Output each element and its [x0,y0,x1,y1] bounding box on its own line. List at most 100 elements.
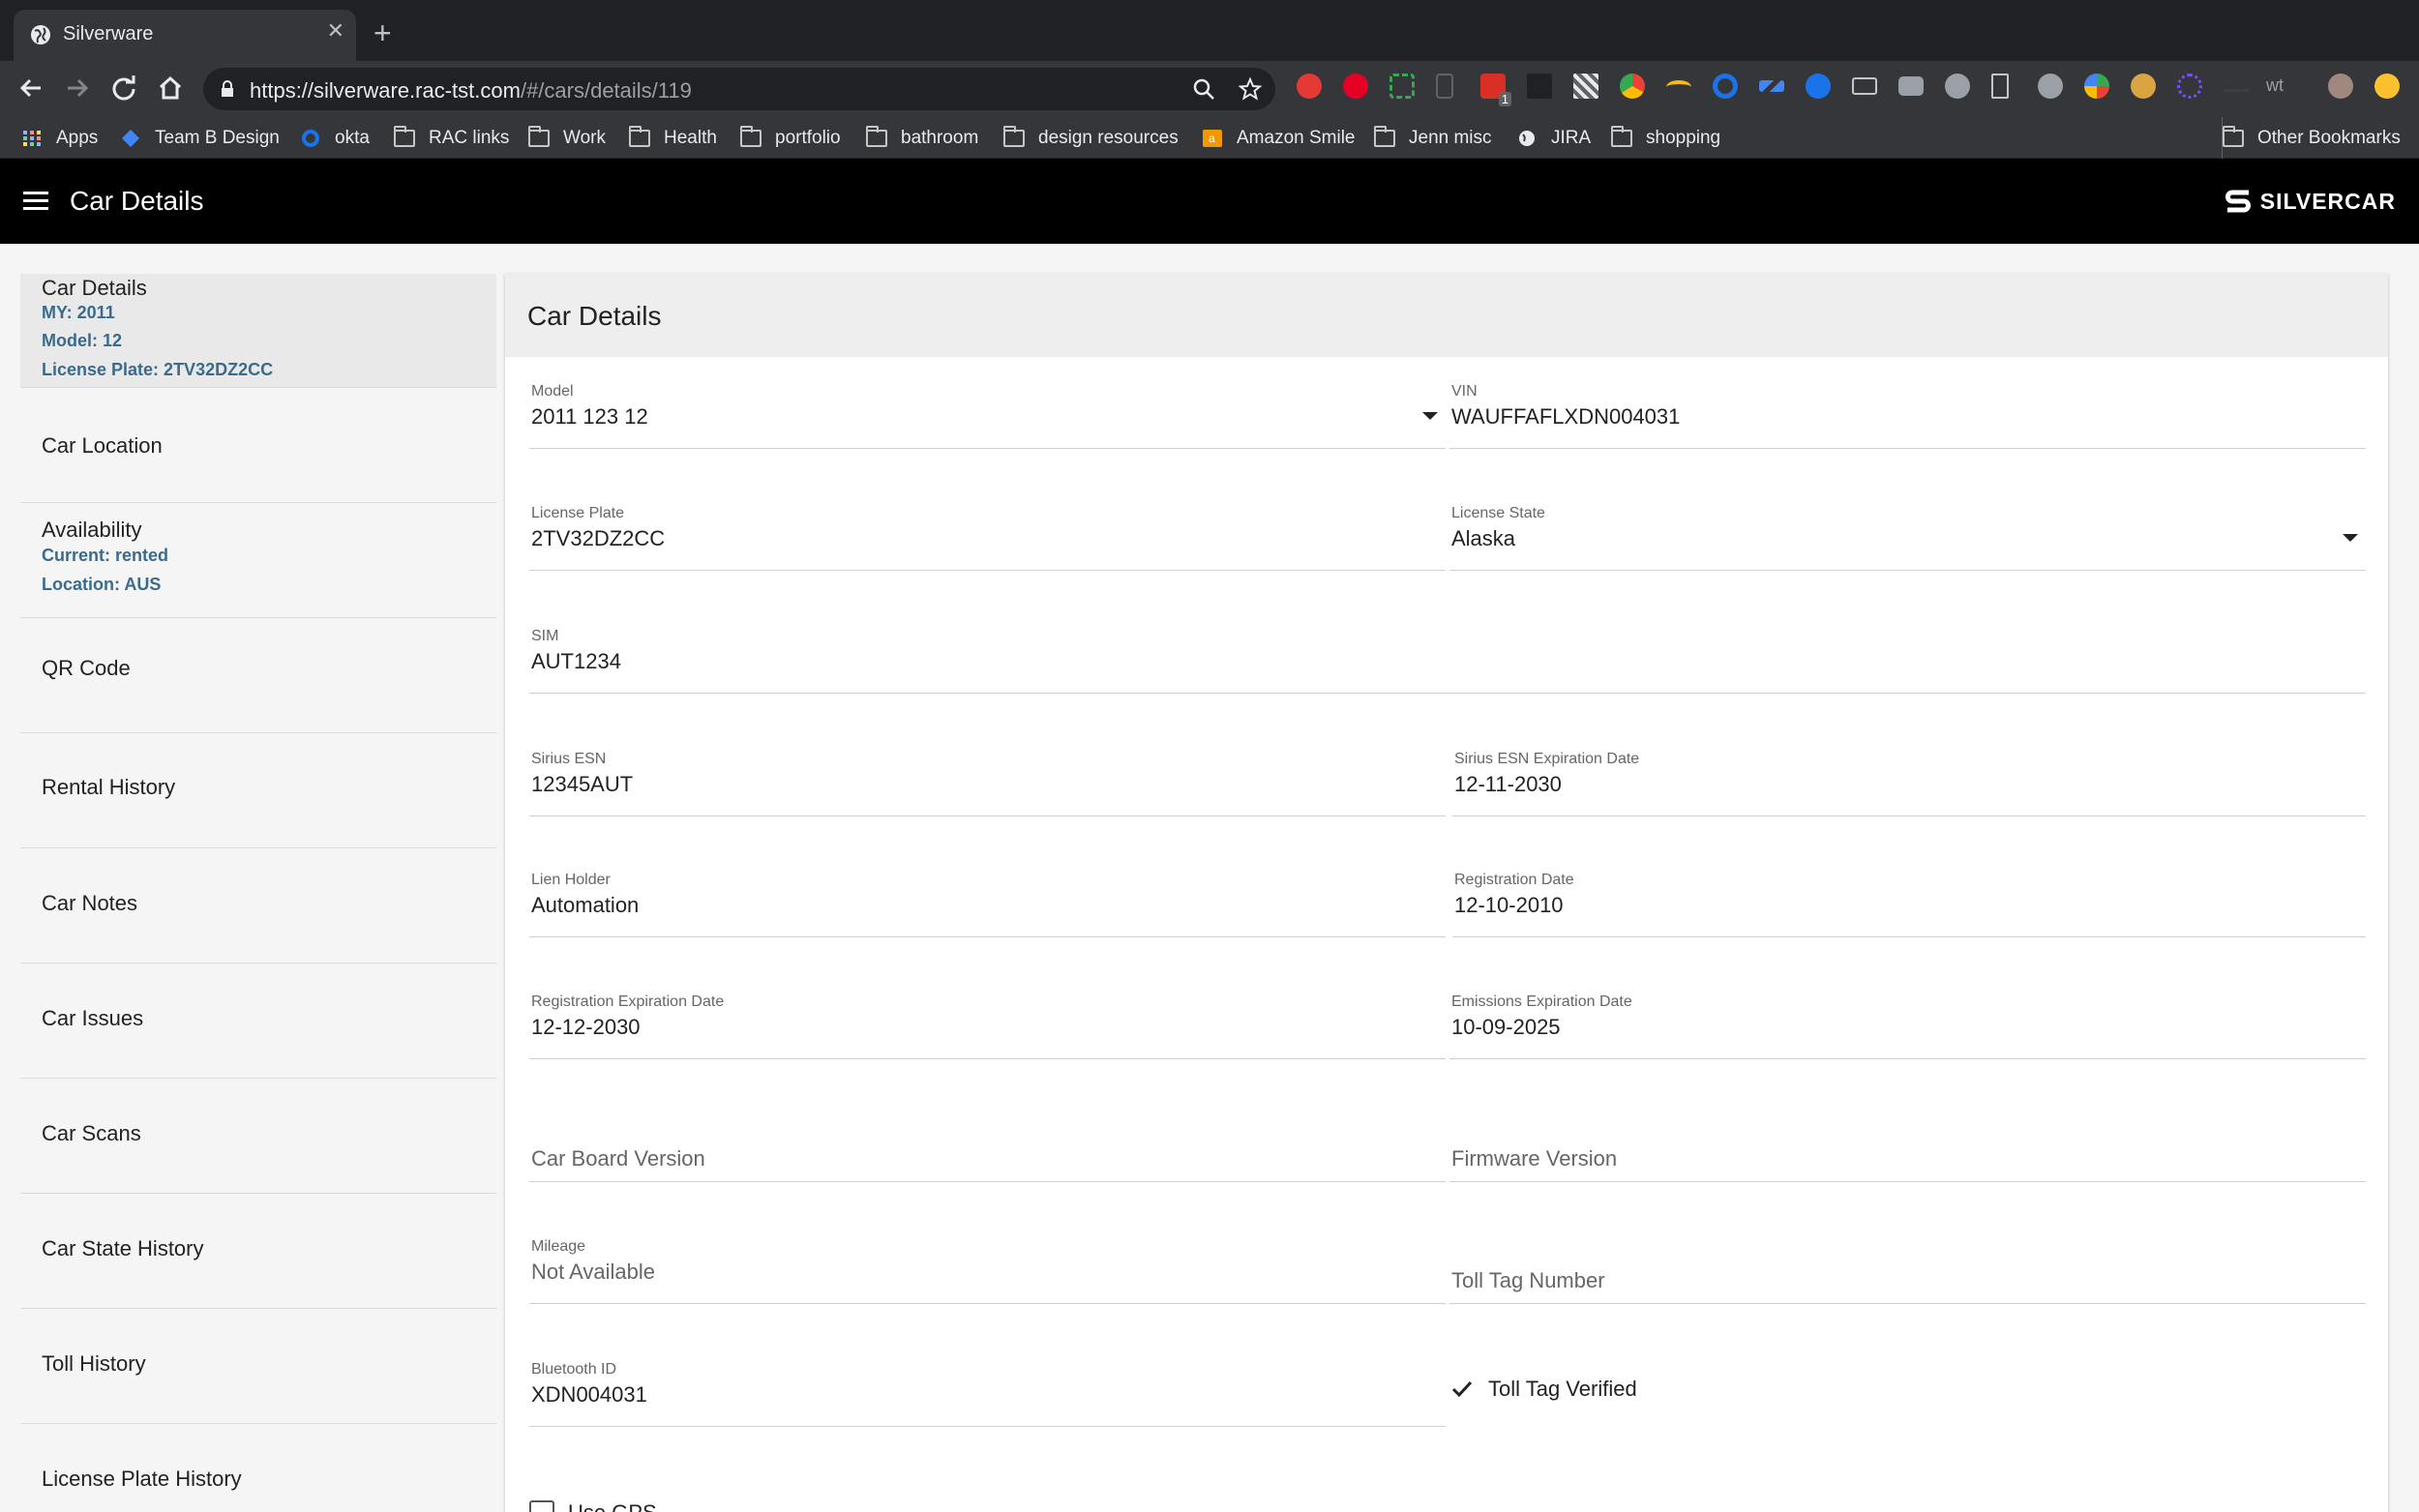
dropdown-arrow-icon[interactable] [2343,534,2358,542]
bluetooth-id-field[interactable]: Bluetooth ID XDN004031 [529,1361,1446,1427]
bookmark-jira[interactable]: JIRA [1516,117,1591,159]
sidebar-item-rental-history[interactable]: Rental History [20,733,496,848]
checkbox-label: Toll Tag Verified [1488,1377,1637,1401]
sirius-esn-field[interactable]: Sirius ESN 12345AUT [529,751,1446,816]
bookmark-label: RAC links [429,127,510,148]
extension-pen-icon[interactable] [2224,80,2249,92]
back-arrow-icon[interactable] [15,73,46,104]
extension-dots-icon[interactable] [2177,74,2202,99]
bookmarks-bar: Apps Team B Design okta RAC links Work H… [0,117,2419,159]
extension-zoom-icon[interactable] [1806,74,1831,99]
bookmark-label: shopping [1646,127,1721,148]
bookmark-star-icon[interactable] [1239,77,1262,101]
bookmark-amazon-smile[interactable]: a Amazon Smile [1202,117,1356,159]
sidebar-item-availability[interactable]: Availability Current: rented Location: A… [20,503,496,618]
bookmark-apps[interactable]: Apps [21,117,98,159]
emissions-expiration-field[interactable]: Emissions Expiration Date 10-09-2025 [1449,993,2366,1059]
extension-cookie-icon[interactable] [2131,74,2156,99]
sidebar-item-car-details[interactable]: Car Details MY: 2011 Model: 12 License P… [20,274,496,388]
extension-calendar-icon[interactable]: 1 [1480,74,1511,106]
sidebar-item-car-notes[interactable]: Car Notes [20,848,496,964]
extension-chat-icon[interactable] [2038,74,2063,99]
sidebar-item-car-location[interactable]: Car Location [20,388,496,503]
extension-circle-icon[interactable] [1713,74,1738,99]
avatar[interactable] [2328,74,2353,99]
bookmark-work[interactable]: Work [528,117,606,159]
extension-link-icon[interactable] [1759,80,1784,92]
url-text: https://silverware.rac-tst.com/#/cars/de… [250,78,692,104]
bookmark-bathroom[interactable]: bathroom [866,117,978,159]
new-tab-icon[interactable]: + [373,17,392,48]
forward-arrow-icon[interactable] [62,73,93,104]
sidebar-item-car-issues[interactable]: Car Issues [20,964,496,1079]
address-bar[interactable]: https://silverware.rac-tst.com/#/cars/de… [203,68,1275,110]
bookmark-portfolio[interactable]: portfolio [740,117,841,159]
bookmark-shopping[interactable]: shopping [1611,117,1720,159]
home-icon[interactable] [155,73,186,104]
use-gps-checkbox[interactable]: Use GPS [529,1500,657,1512]
sidebar-item-label: License Plate History [42,1467,242,1491]
registration-date-field[interactable]: Registration Date 12-10-2010 [1452,872,2366,937]
extension-wolf-icon[interactable] [1527,74,1552,99]
browser-tab[interactable]: Silverware ✕ [14,10,356,61]
sidebar-item-license-plate-history[interactable]: License Plate History [20,1424,496,1512]
extension-emoji-icon[interactable] [2374,74,2400,99]
bookmark-team-b-design[interactable]: Team B Design [120,117,280,159]
vin-field[interactable]: VIN WAUFFAFLXDN004031 [1449,383,2366,449]
extension-shield-icon[interactable] [1945,74,1970,99]
card-header: Car Details [505,274,2388,357]
sidebar-item-car-state-history[interactable]: Car State History [20,1194,496,1309]
extension-page-icon[interactable] [1991,74,2009,99]
license-plate-field[interactable]: License Plate 2TV32DZ2CC [529,505,1446,571]
sidebar-item-label: Car Details [42,276,147,300]
dropdown-arrow-icon[interactable] [1422,412,1438,420]
extension-chrome-icon[interactable] [1620,74,1645,99]
bookmark-design-resources[interactable]: design resources [1003,117,1179,159]
extension-qr-icon[interactable] [1573,74,1598,99]
sidebar-item-toll-history[interactable]: Toll History [20,1309,496,1424]
reload-icon[interactable] [108,73,139,104]
toll-tag-number-field[interactable]: Toll Tag Number [1449,1238,2366,1304]
sirius-esn-expiration-field[interactable]: Sirius ESN Expiration Date 12-11-2030 [1452,751,2366,816]
close-tab-icon[interactable]: ✕ [327,20,344,42]
mileage-field[interactable]: Mileage Not Available [529,1238,1446,1304]
sidebar-item-label: Car State History [42,1236,204,1260]
field-value: AUT1234 [531,649,621,673]
bookmark-rac-links[interactable]: RAC links [394,117,509,159]
folder-icon [2223,125,2244,147]
toll-tag-verified-checkbox[interactable]: Toll Tag Verified [1449,1377,1637,1402]
zoom-search-icon[interactable] [1192,77,1215,101]
field-label: SIM [531,628,559,644]
checkbox-box[interactable] [529,1500,554,1512]
sidebar-item-qr-code[interactable]: QR Code [20,618,496,733]
bookmark-health[interactable]: Health [629,117,717,159]
lock-icon [222,80,233,97]
license-state-select[interactable]: License State Alaska [1449,505,2366,571]
extension-doc-icon[interactable] [1436,74,1453,99]
bookmark-okta[interactable]: okta [300,117,370,159]
folder-icon [740,125,762,147]
extension-camera-icon[interactable] [1898,76,1924,96]
bookmark-label: Team B Design [155,127,280,148]
extension-color-icon[interactable] [2084,74,2109,99]
sidebar-item-sub: Model: 12 [42,331,123,350]
extension-adblock-icon[interactable] [1297,74,1322,99]
sim-field[interactable]: SIM AUT1234 [529,628,2366,694]
sidebar-item-car-scans[interactable]: Car Scans [20,1079,496,1194]
extension-rainbow-icon[interactable] [1666,80,1691,94]
model-select[interactable]: Model 2011 123 12 [529,383,1446,449]
checkmark-icon[interactable] [1449,1377,1475,1402]
car-board-version-field[interactable]: Car Board Version [529,1116,1446,1182]
extension-screenshot-icon[interactable] [1389,74,1415,99]
app-header: Car Details SILVERCAR [0,159,2419,244]
extension-wt-icon[interactable]: wt [2266,75,2297,101]
extension-pinterest-icon[interactable] [1343,74,1368,99]
registration-expiration-field[interactable]: Registration Expiration Date 12-12-2030 [529,993,1446,1059]
bookmark-jenn-misc[interactable]: Jenn misc [1374,117,1492,159]
field-label: VIN [1451,383,1478,400]
menu-icon[interactable] [23,192,48,211]
lien-holder-field[interactable]: Lien Holder Automation [529,872,1446,937]
bookmark-other[interactable]: Other Bookmarks [2222,117,2401,159]
extension-mail-icon[interactable] [1852,77,1877,95]
firmware-version-field[interactable]: Firmware Version [1449,1116,2366,1182]
